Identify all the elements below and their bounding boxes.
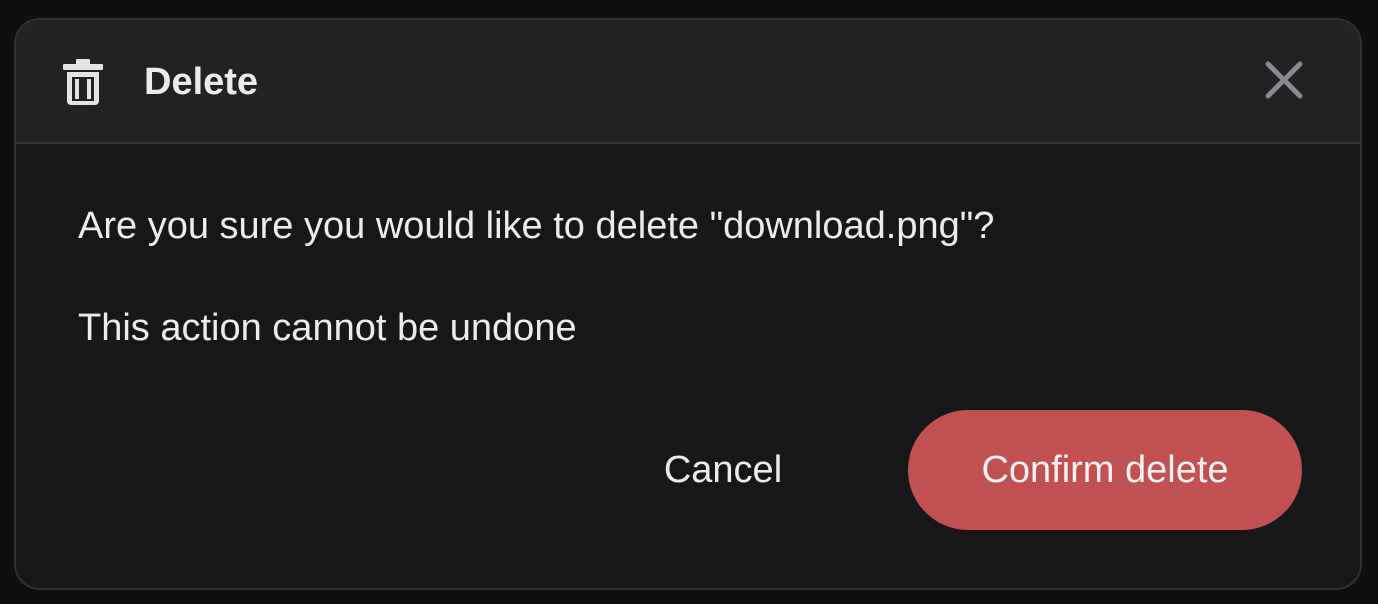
warning-text: This action cannot be undone xyxy=(78,307,577,349)
confirmation-question: Are you sure you would like to delete "d… xyxy=(78,205,995,247)
dialog-title: Delete xyxy=(144,61,259,103)
confirm-delete-button[interactable]: Confirm delete xyxy=(908,410,1302,530)
cancel-button[interactable]: Cancel xyxy=(638,424,808,516)
dialog-header: Delete xyxy=(16,20,1360,144)
trash-icon xyxy=(62,58,104,106)
close-icon[interactable] xyxy=(1262,58,1306,102)
delete-dialog: Delete Are you sure you would like to de… xyxy=(14,18,1362,590)
